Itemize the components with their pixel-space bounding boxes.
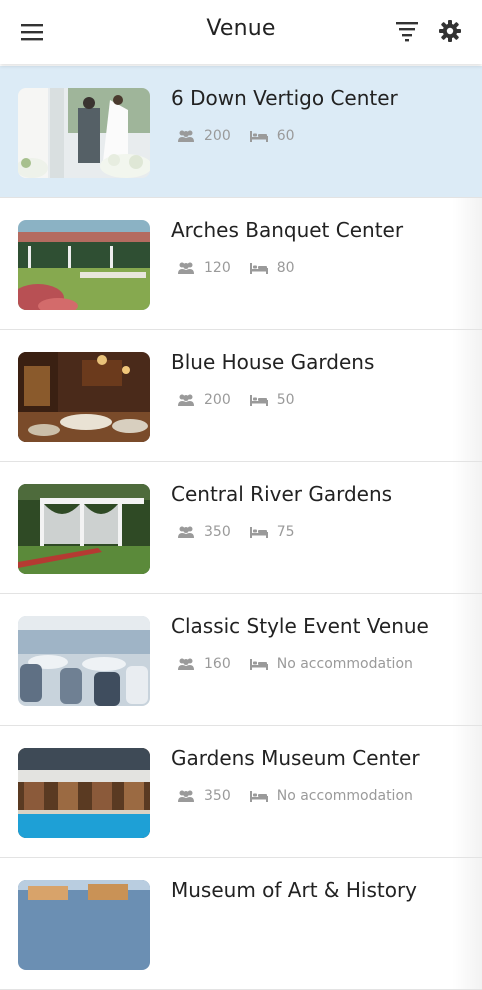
venue-meta: 350 75 [176, 524, 313, 540]
room-count: 75 [276, 524, 295, 540]
venue-list-item[interactable]: Blue House Gardens 200 50 [0, 330, 482, 462]
guest-capacity: 120 [204, 260, 231, 276]
venue-list-item[interactable]: Central River Gardens 350 75 [0, 462, 482, 594]
venue-thumbnail [18, 616, 150, 706]
room-count: No accommodation [276, 788, 413, 804]
gear-icon[interactable] [437, 18, 463, 44]
people-icon [176, 789, 196, 803]
bed-icon [249, 129, 269, 143]
bed-icon [249, 393, 269, 407]
venue-meta: 200 60 [176, 128, 313, 144]
bed-icon [249, 525, 269, 539]
venue-meta: 350 No accommodation [176, 788, 431, 804]
guest-capacity: 200 [204, 392, 231, 408]
venue-name: Classic Style Event Venue [171, 614, 429, 638]
venue-thumbnail [18, 880, 150, 970]
venue-list-item[interactable]: 6 Down Vertigo Center 200 60 [0, 66, 482, 198]
people-icon [176, 261, 196, 275]
bed-icon [249, 789, 269, 803]
people-icon [176, 393, 196, 407]
venue-name: Blue House Gardens [171, 350, 375, 374]
people-icon [176, 129, 196, 143]
room-count: 80 [276, 260, 295, 276]
venue-list-item[interactable]: Classic Style Event Venue 160 No accommo… [0, 594, 482, 726]
room-count: 60 [276, 128, 295, 144]
venue-thumbnail [18, 484, 150, 574]
guest-capacity: 200 [204, 128, 231, 144]
venue-list-item[interactable]: Gardens Museum Center 350 No accommodati… [0, 726, 482, 858]
venue-meta: 160 No accommodation [176, 656, 431, 672]
venue-thumbnail [18, 352, 150, 442]
guest-capacity: 350 [204, 788, 231, 804]
filter-icon[interactable] [394, 18, 420, 44]
room-count: 50 [276, 392, 295, 408]
venue-name: 6 Down Vertigo Center [171, 86, 398, 110]
room-count: No accommodation [276, 656, 413, 672]
venue-thumbnail [18, 88, 150, 178]
bed-icon [249, 261, 269, 275]
venue-name: Gardens Museum Center [171, 746, 420, 770]
venue-list: 6 Down Vertigo Center 200 60 Arches Banq… [0, 66, 482, 990]
guest-capacity: 350 [204, 524, 231, 540]
venue-name: Central River Gardens [171, 482, 393, 506]
people-icon [176, 525, 196, 539]
app-bar: Venue [0, 0, 482, 64]
guest-capacity: 160 [204, 656, 231, 672]
venue-thumbnail [18, 748, 150, 838]
bed-icon [249, 657, 269, 671]
venue-meta: 120 80 [176, 260, 313, 276]
venue-thumbnail [18, 220, 150, 310]
venue-list-item[interactable]: Arches Banquet Center 120 80 [0, 198, 482, 330]
venue-name: Museum of Art & History [171, 878, 418, 902]
people-icon [176, 657, 196, 671]
venue-name: Arches Banquet Center [171, 218, 404, 242]
venue-list-item[interactable]: Museum of Art & History [0, 858, 482, 990]
venue-meta: 200 50 [176, 392, 313, 408]
